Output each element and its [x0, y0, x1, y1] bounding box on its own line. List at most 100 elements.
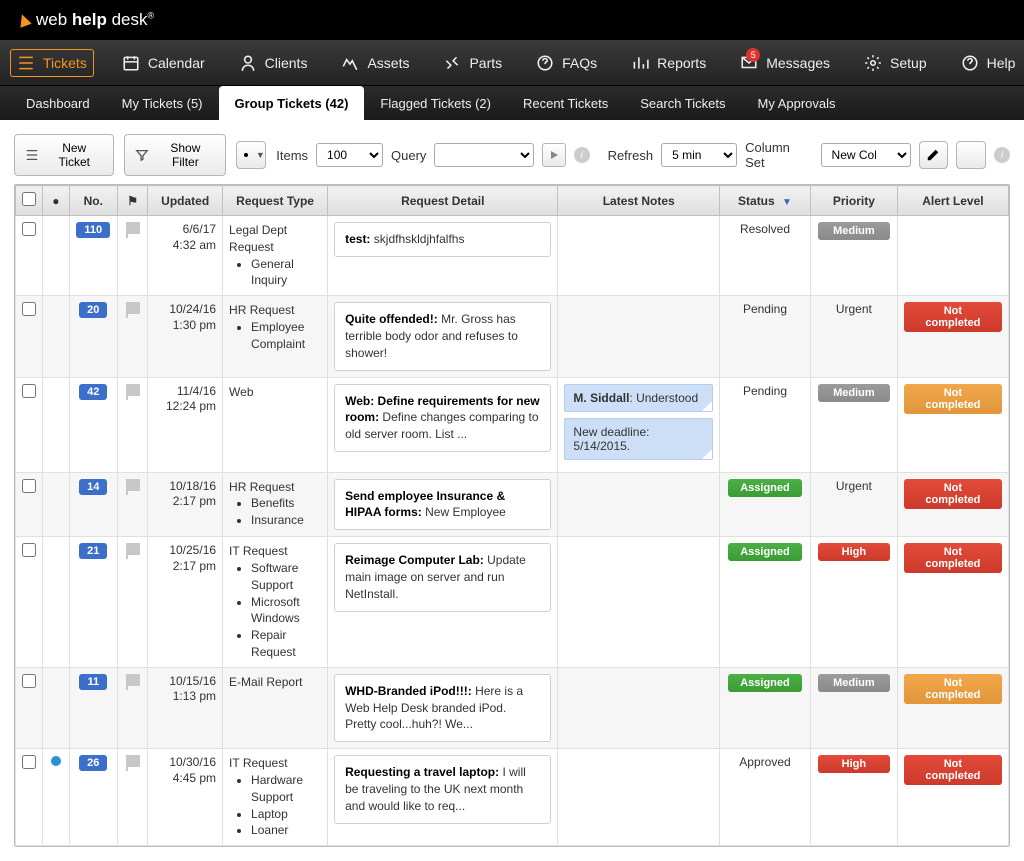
- refresh-label: Refresh: [608, 148, 654, 163]
- request-detail[interactable]: test: skjdfhskldjhfalfhs: [334, 222, 551, 257]
- nav-setup[interactable]: Setup: [858, 50, 933, 76]
- add-colset-button[interactable]: [956, 141, 986, 169]
- col-flag[interactable]: ⚑: [118, 186, 148, 216]
- table-row[interactable]: 2110/25/162:17 pmIT RequestSoftware Supp…: [16, 537, 1009, 668]
- edit-colset-button[interactable]: [919, 141, 949, 169]
- row-checkbox[interactable]: [22, 755, 36, 769]
- alert-badge: Not completed: [904, 302, 1002, 332]
- table-row[interactable]: 4211/4/1612:24 pmWebWeb: Define requirem…: [16, 377, 1009, 472]
- nav-reports[interactable]: Reports: [625, 50, 712, 76]
- nav-clients[interactable]: Clients: [233, 50, 314, 76]
- flag-icon[interactable]: [126, 479, 140, 491]
- col-alert-level[interactable]: Alert Level: [897, 186, 1008, 216]
- col-dot[interactable]: ●: [43, 186, 69, 216]
- request-subtype: Insurance: [251, 512, 321, 529]
- subtab[interactable]: Dashboard: [10, 86, 106, 120]
- show-filter-button[interactable]: Show Filter: [124, 134, 226, 176]
- col-checkbox[interactable]: [16, 186, 43, 216]
- subtab[interactable]: My Approvals: [742, 86, 852, 120]
- ticket-grid: ● No. ⚑ Updated Request Type Request Det…: [14, 184, 1010, 847]
- status-badge: Assigned: [728, 674, 802, 692]
- request-detail[interactable]: WHD-Branded iPod!!!: Here is a Web Help …: [334, 674, 551, 742]
- request-detail[interactable]: Web: Define requirements for new room: D…: [334, 384, 551, 452]
- col-request-type[interactable]: Request Type: [223, 186, 328, 216]
- row-checkbox[interactable]: [22, 384, 36, 398]
- col-no[interactable]: No.: [69, 186, 117, 216]
- flag-icon[interactable]: [126, 222, 140, 234]
- colset-info-icon[interactable]: i: [994, 147, 1010, 163]
- priority-badge: Medium: [818, 674, 890, 692]
- nav-label: Help: [987, 55, 1016, 71]
- refresh-select[interactable]: 5 min: [661, 143, 737, 167]
- request-type: Web: [229, 384, 321, 401]
- row-checkbox[interactable]: [22, 479, 36, 493]
- nav-faqs[interactable]: FAQs: [530, 50, 603, 76]
- row-checkbox[interactable]: [22, 674, 36, 688]
- nav-messages[interactable]: Messages5: [734, 50, 836, 76]
- nav-calendar[interactable]: Calendar: [116, 50, 211, 76]
- ticket-number[interactable]: 21: [79, 543, 107, 559]
- flag-icon[interactable]: [126, 302, 140, 314]
- row-checkbox[interactable]: [22, 302, 36, 316]
- ticket-number[interactable]: 26: [79, 755, 107, 771]
- ticket-number[interactable]: 14: [79, 479, 107, 495]
- note[interactable]: M. Siddall: Understood: [564, 384, 713, 412]
- run-query-button[interactable]: [542, 143, 566, 167]
- flag-icon[interactable]: [126, 543, 140, 555]
- nav-help[interactable]: Help: [955, 50, 1022, 76]
- updated-time: 4:45 pm: [154, 771, 216, 787]
- nav-tickets[interactable]: Tickets: [10, 49, 94, 77]
- plus-icon: [964, 148, 978, 162]
- col-updated[interactable]: Updated: [148, 186, 223, 216]
- priority-badge: Medium: [818, 384, 890, 402]
- subtab[interactable]: Flagged Tickets (2): [364, 86, 507, 120]
- col-status[interactable]: Status ▼: [720, 186, 811, 216]
- request-subtype: Laptop: [251, 806, 321, 823]
- flag-icon[interactable]: [126, 755, 140, 767]
- table-row[interactable]: 1410/18/162:17 pmHR RequestBenefitsInsur…: [16, 472, 1009, 537]
- column-set-select[interactable]: New Colum: [821, 143, 911, 167]
- table-row[interactable]: 2610/30/164:45 pmIT RequestHardware Supp…: [16, 749, 1009, 846]
- brand-text-post: desk: [112, 10, 148, 29]
- nav-label: Messages: [766, 55, 830, 71]
- request-detail[interactable]: Quite offended!: Mr. Gross has terrible …: [334, 302, 551, 370]
- table-row[interactable]: 1106/6/174:32 amLegal Dept RequestGenera…: [16, 216, 1009, 296]
- nav-parts[interactable]: Parts: [437, 50, 508, 76]
- ticket-number[interactable]: 42: [79, 384, 107, 400]
- query-info-icon[interactable]: i: [574, 147, 590, 163]
- table-row[interactable]: 2010/24/161:30 pmHR RequestEmployee Comp…: [16, 296, 1009, 377]
- flag-icon[interactable]: [126, 674, 140, 686]
- col-priority[interactable]: Priority: [810, 186, 897, 216]
- subtab[interactable]: Group Tickets (42): [219, 86, 365, 120]
- note[interactable]: New deadline: 5/14/2015.: [564, 418, 713, 460]
- header-row: ● No. ⚑ Updated Request Type Request Det…: [16, 186, 1009, 216]
- nav-assets[interactable]: Assets: [335, 50, 415, 76]
- tickets-icon: [17, 54, 35, 72]
- query-label: Query: [391, 148, 426, 163]
- request-subtype: General Inquiry: [251, 256, 321, 290]
- ticket-number[interactable]: 110: [76, 222, 110, 238]
- col-latest-notes[interactable]: Latest Notes: [558, 186, 720, 216]
- select-all-checkbox[interactable]: [22, 192, 36, 206]
- table-row[interactable]: 1110/15/161:13 pmE-Mail ReportWHD-Brande…: [16, 667, 1009, 748]
- updated-date: 11/4/16: [154, 384, 216, 400]
- request-detail[interactable]: Requesting a travel laptop: I will be tr…: [334, 755, 551, 823]
- flag-icon[interactable]: [126, 384, 140, 396]
- request-detail[interactable]: Send employee Insurance & HIPAA forms: N…: [334, 479, 551, 531]
- items-select[interactable]: 100: [316, 143, 383, 167]
- subtab[interactable]: My Tickets (5): [106, 86, 219, 120]
- col-request-detail[interactable]: Request Detail: [328, 186, 558, 216]
- query-select[interactable]: [434, 143, 533, 167]
- logo-mark-icon: [16, 12, 31, 27]
- ticket-number[interactable]: 11: [79, 674, 107, 690]
- settings-button[interactable]: ▼: [236, 141, 266, 169]
- new-ticket-button[interactable]: New Ticket: [14, 134, 114, 176]
- row-checkbox[interactable]: [22, 543, 36, 557]
- subtab[interactable]: Recent Tickets: [507, 86, 624, 120]
- row-checkbox[interactable]: [22, 222, 36, 236]
- subtab[interactable]: Search Tickets: [624, 86, 741, 120]
- request-detail[interactable]: Reimage Computer Lab: Update main image …: [334, 543, 551, 611]
- ticket-number[interactable]: 20: [79, 302, 107, 318]
- chevron-down-icon: ▼: [256, 150, 265, 160]
- updated-time: 2:17 pm: [154, 559, 216, 575]
